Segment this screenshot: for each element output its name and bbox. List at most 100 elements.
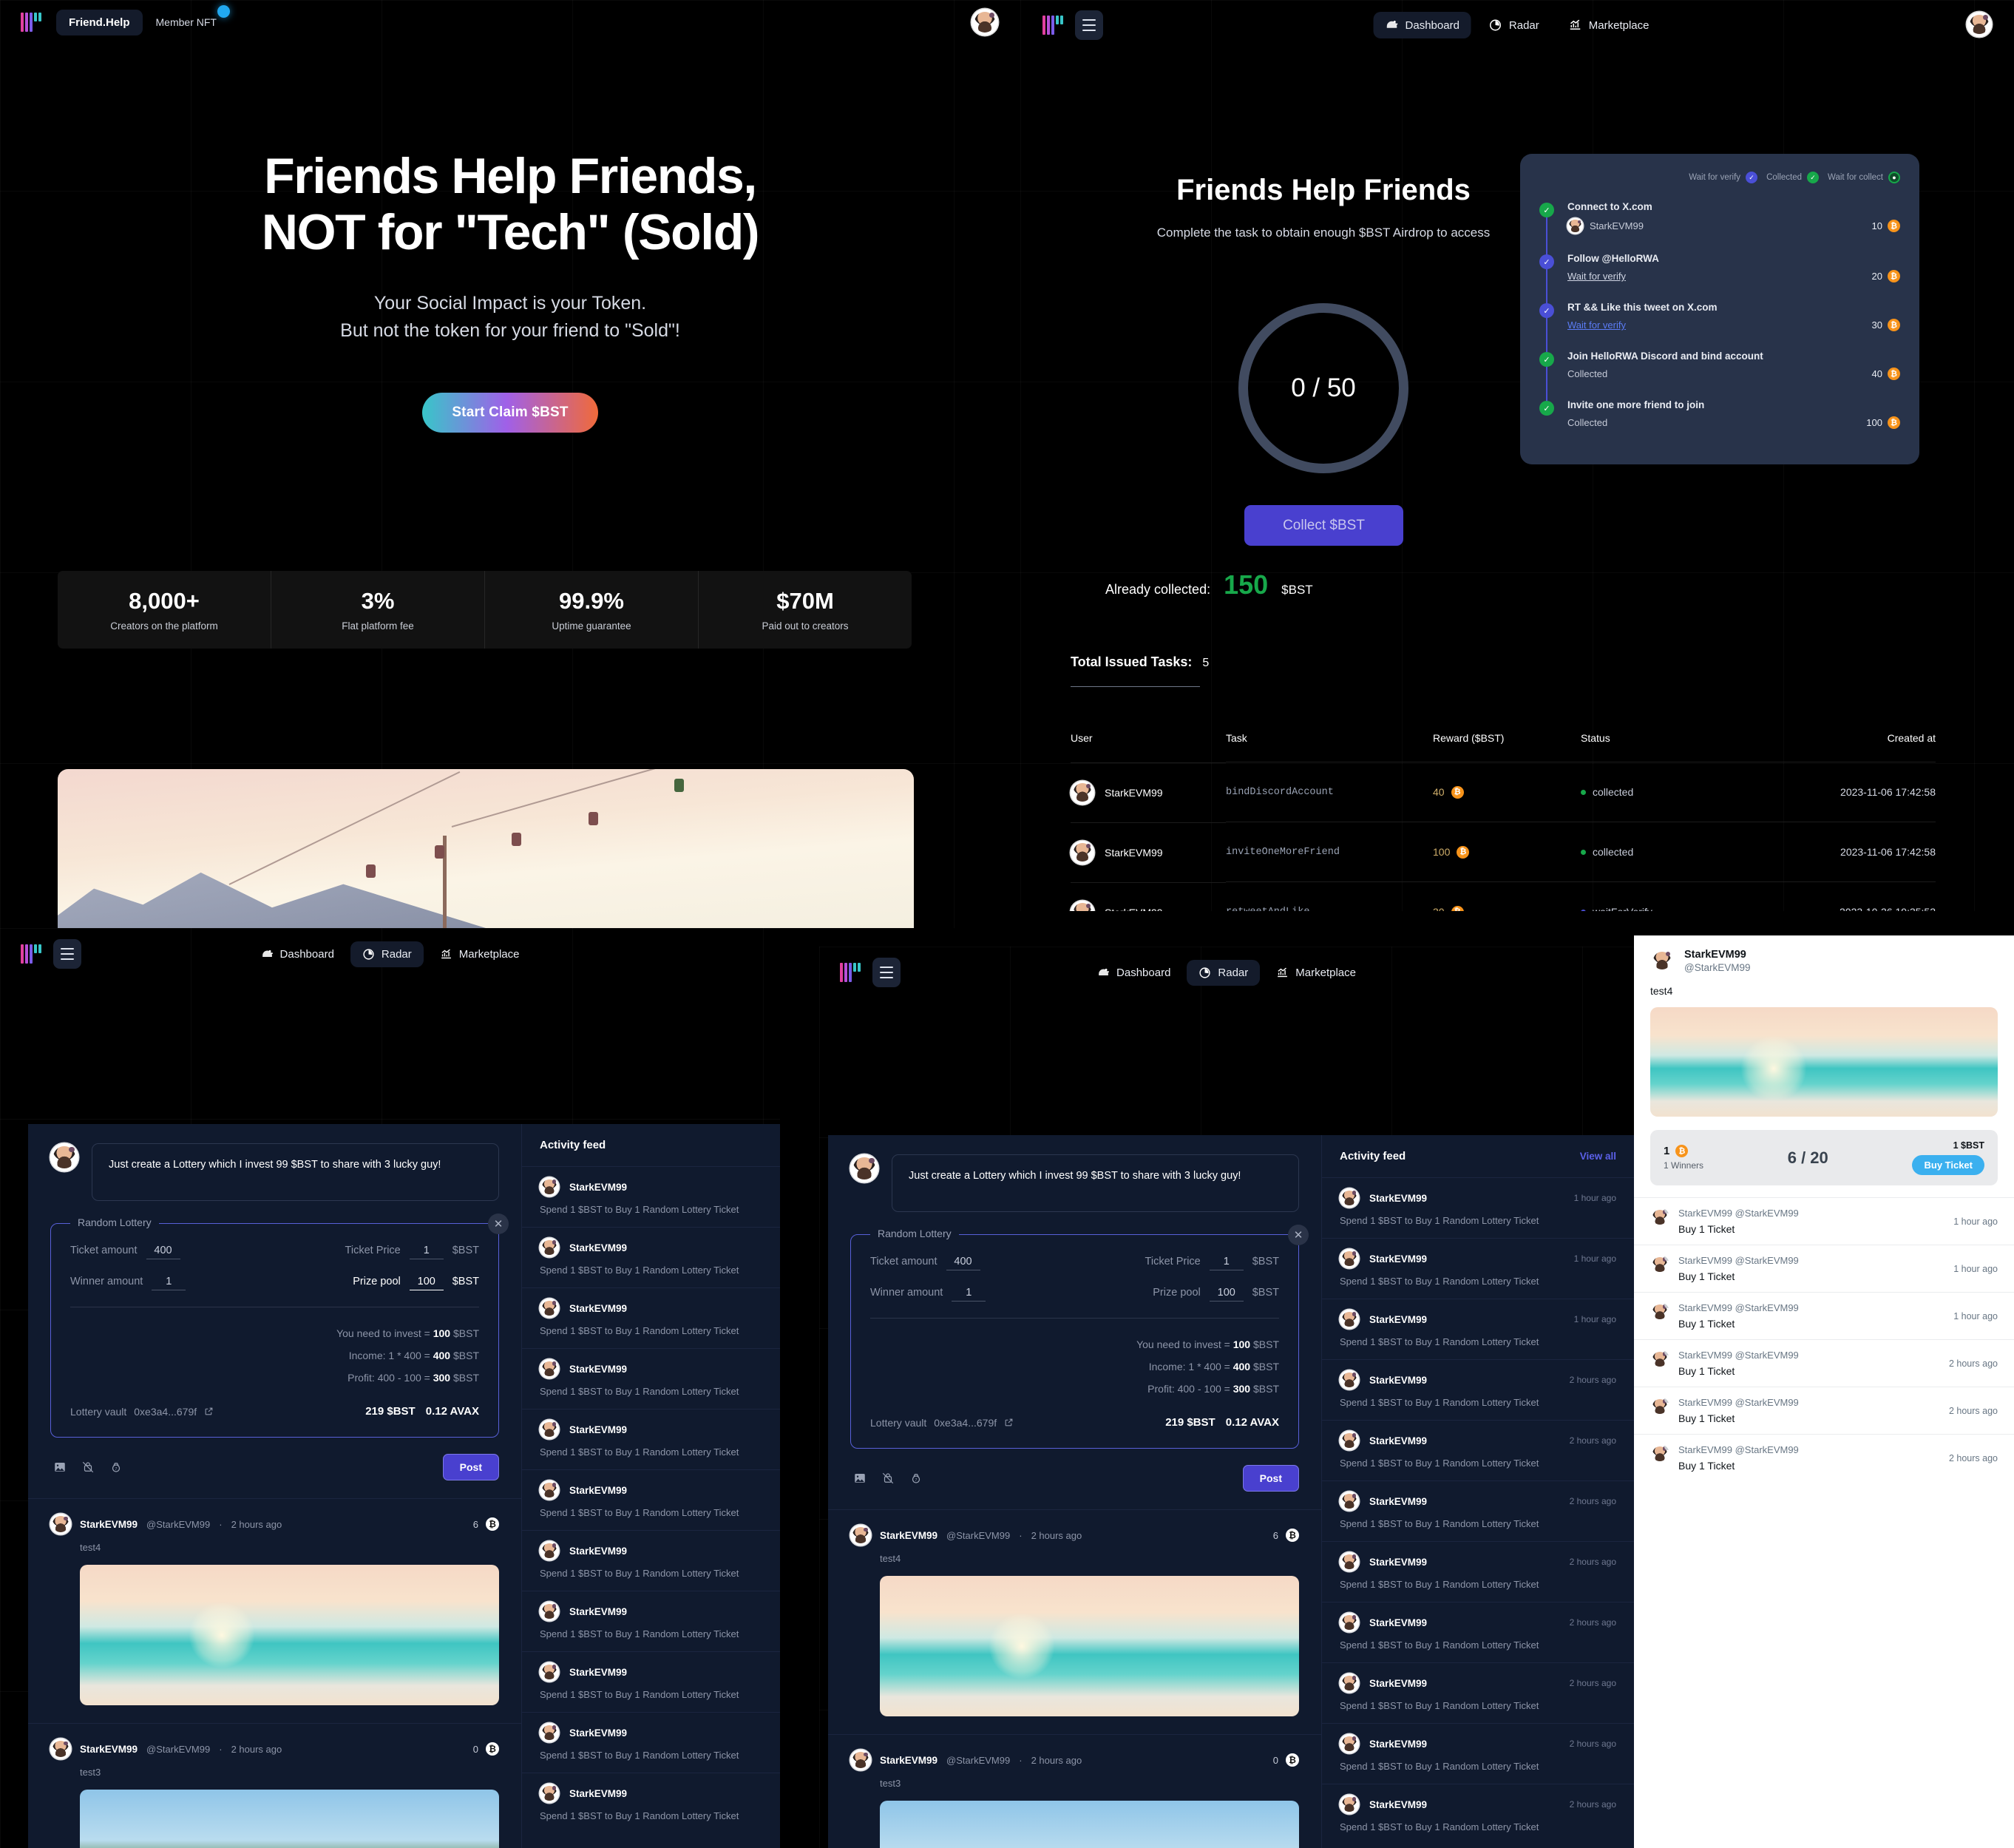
list-item[interactable]: StarkEVM99 Spend 1 $BST to Buy 1 Random … xyxy=(522,1591,780,1651)
post-item[interactable]: StarkEVM99 @StarkEVM99 · 2 hours ago 6 ₿… xyxy=(828,1509,1321,1734)
tab-marketplace[interactable]: Marketplace xyxy=(428,941,532,967)
tab-dashboard[interactable]: Dashboard xyxy=(1085,960,1182,986)
list-item[interactable]: StarkEVM99 1 hour ago Spend 1 $BST to Bu… xyxy=(1322,1299,1634,1359)
image-icon[interactable] xyxy=(853,1472,867,1485)
tab-marketplace[interactable]: Marketplace xyxy=(1557,12,1661,38)
tab-radar[interactable]: Radar xyxy=(350,941,424,967)
tab-dashboard[interactable]: Dashboard xyxy=(249,941,346,967)
prize-pool-field[interactable]: Prize pool 100 $BST xyxy=(353,1276,479,1290)
ticket-price-input[interactable]: 1 xyxy=(1209,1256,1244,1270)
task-action-link[interactable]: Wait for verify xyxy=(1567,319,1626,331)
task-item[interactable]: ✓ Join HelloRWA Discord and bind account… xyxy=(1539,351,1900,380)
post-button[interactable]: Post xyxy=(1242,1465,1299,1492)
avatar[interactable] xyxy=(972,9,998,35)
list-item[interactable]: StarkEVM99 2 hours ago Spend 1 $BST to B… xyxy=(1322,1784,1634,1844)
list-item[interactable]: StarkEVM99 1 hour ago Spend 1 $BST to Bu… xyxy=(1322,1177,1634,1238)
collect-bst-button[interactable]: Collect $BST xyxy=(1244,505,1403,546)
list-item[interactable]: StarkEVM99 @StarkEVM99 Buy 1 Ticket 1 ho… xyxy=(1634,1245,2014,1292)
brand-logo-icon[interactable] xyxy=(21,941,43,967)
list-item[interactable]: StarkEVM99 @StarkEVM99 Buy 1 Ticket 1 ho… xyxy=(1634,1292,2014,1339)
avatar[interactable] xyxy=(1650,949,1674,972)
close-icon[interactable]: ✕ xyxy=(488,1214,509,1234)
lottery-vault[interactable]: Lottery vault 0xe3a4...679f xyxy=(870,1417,1014,1429)
lottery-ticket-icon[interactable]: 7 xyxy=(109,1461,123,1474)
task-item[interactable]: ✓ Follow @HelloRWA Wait for verify 20 ₿ xyxy=(1539,253,1900,282)
tweet-image xyxy=(1650,1007,1998,1117)
prize-pool-field[interactable]: Prize pool 100 $BST xyxy=(1153,1287,1279,1302)
post-item[interactable]: StarkEVM99 @StarkEVM99 · 2 hours ago 6 ₿… xyxy=(28,1498,521,1723)
list-item[interactable]: StarkEVM99 2 hours ago Spend 1 $BST to B… xyxy=(1322,1662,1634,1723)
brand-logo-icon[interactable] xyxy=(21,10,43,35)
view-all-link[interactable]: View all xyxy=(1580,1151,1616,1162)
brand-logo-icon[interactable] xyxy=(1042,13,1065,38)
post-item[interactable]: StarkEVM99 @StarkEVM99 · 2 hours ago 0 ₿… xyxy=(28,1723,521,1848)
image-icon[interactable] xyxy=(53,1461,67,1474)
ticket-amount-input[interactable]: 400 xyxy=(146,1245,180,1259)
list-item[interactable]: StarkEVM99 Spend 1 $BST to Buy 1 Random … xyxy=(522,1227,780,1287)
task-item[interactable]: ✓ Connect to X.com StarkEVM99 10 ₿ xyxy=(1539,201,1900,234)
list-item[interactable]: StarkEVM99 Spend 1 $BST to Buy 1 Random … xyxy=(522,1348,780,1409)
list-item[interactable]: StarkEVM99 @StarkEVM99 Buy 1 Ticket 2 ho… xyxy=(1634,1387,2014,1434)
list-item[interactable]: StarkEVM99 Spend 1 $BST to Buy 1 Random … xyxy=(522,1409,780,1469)
task-action-link[interactable]: Wait for verify xyxy=(1567,271,1626,282)
list-item[interactable]: StarkEVM99 Spend 1 $BST to Buy 1 Random … xyxy=(522,1530,780,1591)
list-item[interactable]: StarkEVM99 Spend 1 $BST to Buy 1 Random … xyxy=(522,1712,780,1773)
post-item[interactable]: StarkEVM99 @StarkEVM99 · 2 hours ago 0 ₿… xyxy=(828,1734,1321,1848)
list-item[interactable]: StarkEVM99 Spend 1 $BST to Buy 1 Random … xyxy=(522,1651,780,1712)
close-icon[interactable]: ✕ xyxy=(1288,1225,1309,1245)
list-item[interactable]: StarkEVM99 Spend 1 $BST to Buy 1 Random … xyxy=(522,1166,780,1227)
winner-amount-input[interactable]: 1 xyxy=(152,1276,186,1290)
list-item[interactable]: StarkEVM99 Spend 1 $BST to Buy 1 Random … xyxy=(522,1773,780,1833)
prize-pool-input[interactable]: 100 xyxy=(1209,1287,1244,1302)
composer-input[interactable]: Just create a Lottery which I invest 99 … xyxy=(892,1154,1299,1212)
list-item[interactable]: StarkEVM99 Spend 1 $BST to Buy 1 Random … xyxy=(522,1287,780,1348)
prize-pool-input[interactable]: 100 xyxy=(409,1276,444,1290)
task-item[interactable]: ✓ Invite one more friend to join Collect… xyxy=(1539,399,1900,429)
tab-marketplace[interactable]: Marketplace xyxy=(1264,960,1368,986)
tab-radar[interactable]: Radar xyxy=(1477,12,1551,38)
ticket-amount-input[interactable]: 400 xyxy=(946,1256,980,1270)
winner-amount-field[interactable]: Winner amount 1 xyxy=(70,1276,186,1290)
external-link-icon[interactable] xyxy=(204,1407,214,1416)
tab-dashboard[interactable]: Dashboard xyxy=(1373,12,1471,38)
list-item[interactable]: StarkEVM99 2 hours ago Spend 1 $BST to B… xyxy=(1322,1480,1634,1541)
list-item[interactable]: StarkEVM99 @StarkEVM99 Buy 1 Ticket 2 ho… xyxy=(1634,1339,2014,1387)
buy-ticket-button[interactable]: Buy Ticket xyxy=(1912,1155,1984,1175)
task-item[interactable]: ✓ RT && Like this tweet on X.com Wait fo… xyxy=(1539,302,1900,331)
ticket-amount-field[interactable]: Ticket amount 400 xyxy=(70,1245,180,1259)
avatar[interactable] xyxy=(1967,12,1992,37)
list-item[interactable]: StarkEVM99 1 hour ago Spend 1 $BST to Bu… xyxy=(1322,1238,1634,1299)
table-row[interactable]: StarkEVM99 bindDiscordAccount 40 ₿ colle… xyxy=(1071,762,1936,822)
ticket-price-input[interactable]: 1 xyxy=(409,1245,444,1259)
lottery-ticket-icon[interactable]: 7 xyxy=(909,1472,923,1485)
brand-name-chip[interactable]: Friend.Help xyxy=(56,9,143,35)
start-claim-button[interactable]: Start Claim $BST xyxy=(422,393,598,433)
menu-icon[interactable] xyxy=(872,958,901,987)
composer-input[interactable]: Just create a Lottery which I invest 99 … xyxy=(92,1143,499,1201)
list-item[interactable]: StarkEVM99 2 hours ago Spend 1 $BST to B… xyxy=(1322,1420,1634,1480)
list-item[interactable]: StarkEVM99 2 hours ago Spend 1 $BST to B… xyxy=(1322,1359,1634,1420)
ticket-price-field[interactable]: Ticket Price 1 $BST xyxy=(345,1245,479,1259)
lock-off-icon[interactable] xyxy=(81,1461,95,1474)
list-item[interactable]: StarkEVM99 2 hours ago Spend 1 $BST to B… xyxy=(1322,1541,1634,1602)
lottery-vault[interactable]: Lottery vault 0xe3a4...679f xyxy=(70,1406,214,1418)
list-item[interactable]: StarkEVM99 @StarkEVM99 Buy 1 Ticket 2 ho… xyxy=(1634,1434,2014,1481)
menu-icon[interactable] xyxy=(1075,10,1103,40)
tab-radar[interactable]: Radar xyxy=(1187,959,1261,986)
table-row[interactable]: StarkEVM99 retweetAndLike 30 ₿ waitForVe… xyxy=(1071,881,1936,911)
ticket-price-field[interactable]: Ticket Price 1 $BST xyxy=(1145,1256,1279,1270)
list-item[interactable]: StarkEVM99 2 hours ago Spend 1 $BST to B… xyxy=(1322,1723,1634,1784)
post-button[interactable]: Post xyxy=(442,1454,499,1481)
list-item[interactable]: StarkEVM99 @StarkEVM99 Buy 1 Ticket 1 ho… xyxy=(1634,1197,2014,1245)
external-link-icon[interactable] xyxy=(1004,1418,1014,1427)
ticket-amount-field[interactable]: Ticket amount 400 xyxy=(870,1256,980,1270)
table-row[interactable]: StarkEVM99 inviteOneMoreFriend 100 ₿ col… xyxy=(1071,822,1936,882)
menu-icon[interactable] xyxy=(53,939,81,969)
list-item[interactable]: StarkEVM99 2 hours ago Spend 1 $BST to B… xyxy=(1322,1602,1634,1662)
lock-off-icon[interactable] xyxy=(881,1472,895,1485)
brand-logo-icon[interactable] xyxy=(840,960,862,985)
member-nft-link[interactable]: Member NFT xyxy=(156,5,230,28)
list-item[interactable]: StarkEVM99 Spend 1 $BST to Buy 1 Random … xyxy=(522,1469,780,1530)
winner-amount-field[interactable]: Winner amount 1 xyxy=(870,1287,986,1302)
winner-amount-input[interactable]: 1 xyxy=(952,1287,986,1302)
